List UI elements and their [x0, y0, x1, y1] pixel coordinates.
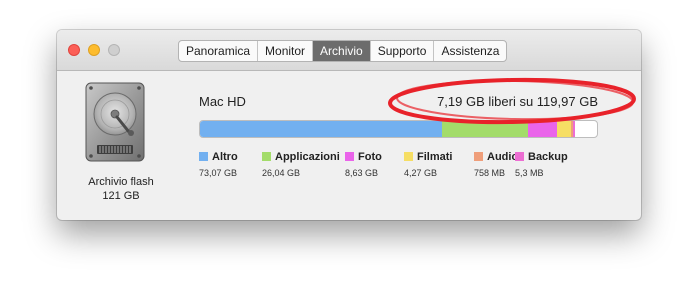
tab-bar: Panoramica Monitor Archivio Supporto Ass… — [178, 40, 508, 62]
tab-supporto[interactable]: Supporto — [371, 41, 435, 61]
close-button[interactable] — [68, 44, 80, 56]
legend-name: Audio — [487, 151, 519, 163]
tab-assistenza[interactable]: Assistenza — [434, 41, 506, 61]
legend-size: 8,63 GB — [345, 168, 379, 178]
legend-swatch — [474, 152, 483, 161]
legend-swatch — [199, 152, 208, 161]
storage-bar-segment-foto — [527, 121, 557, 137]
legend-size: 26,04 GB — [262, 168, 301, 178]
drive-label: Archivio flash 121 GB — [71, 175, 171, 203]
legend-size: 4,27 GB — [404, 168, 438, 178]
tab-monitor[interactable]: Monitor — [258, 41, 314, 61]
legend-swatch — [515, 152, 524, 161]
storage-bar-segment-filmati — [556, 121, 571, 137]
title-bar: Panoramica Monitor Archivio Supporto Ass… — [57, 30, 641, 71]
tab-panoramica[interactable]: Panoramica — [179, 41, 259, 61]
storage-bar-segment-backup — [573, 121, 576, 137]
tab-archivio[interactable]: Archivio — [313, 41, 371, 61]
legend-name: Applicazioni — [275, 151, 340, 163]
storage-bar-segment-applicazioni — [441, 121, 528, 137]
legend-swatch — [345, 152, 354, 161]
legend-size: 73,07 GB — [199, 168, 238, 178]
legend-size: 5,3 MB — [515, 168, 544, 178]
legend-size: 758 MB — [474, 168, 506, 178]
about-this-mac-window: Panoramica Monitor Archivio Supporto Ass… — [57, 30, 641, 220]
hard-drive-icon — [85, 82, 145, 162]
legend-name: Foto — [358, 151, 382, 163]
drive-capacity: 121 GB — [102, 190, 140, 202]
storage-bar-segment-altro — [200, 121, 442, 137]
legend-name: Altro — [212, 151, 238, 163]
minimize-button[interactable] — [88, 44, 100, 56]
legend-swatch — [404, 152, 413, 161]
drive-type: Archivio flash — [88, 176, 154, 188]
storage-bar — [199, 120, 598, 138]
legend-swatch — [262, 152, 271, 161]
zoom-button[interactable] — [108, 44, 120, 56]
legend-name: Filmati — [417, 151, 453, 163]
volume-name: Mac HD — [199, 94, 246, 109]
free-space-text: 7,19 GB liberi su 119,97 GB — [437, 94, 598, 109]
legend-name: Backup — [528, 151, 568, 163]
